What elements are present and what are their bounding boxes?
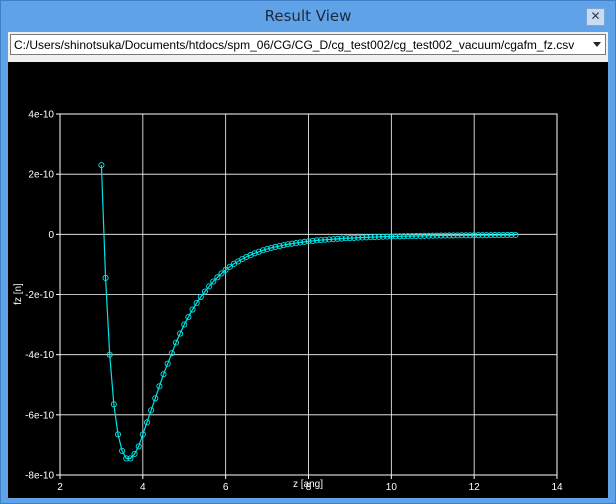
chevron-down-icon[interactable] bbox=[593, 42, 601, 47]
result-view-window: Result View ✕ C:/Users/shinotsuka/Docume… bbox=[0, 0, 616, 504]
title-bar[interactable]: Result View ✕ bbox=[1, 1, 615, 32]
x-tick-label: 10 bbox=[386, 482, 398, 493]
x-tick-label: 12 bbox=[469, 482, 481, 493]
x-tick-label: 14 bbox=[551, 482, 563, 493]
y-tick-label: -4e-10 bbox=[25, 350, 54, 361]
y-axis-label: fz [n] bbox=[13, 283, 24, 305]
x-tick-label: 6 bbox=[223, 482, 229, 493]
fz-vs-z-chart: 2 4 6 8 10 12 14 4e-102e-100-2e-10-4e-10-6e-10… bbox=[13, 110, 563, 494]
y-tick-label: 2e-10 bbox=[28, 170, 54, 181]
y-tick-label: -2e-10 bbox=[25, 290, 54, 301]
close-button[interactable]: ✕ bbox=[586, 8, 605, 26]
y-tick-label: -6e-10 bbox=[25, 410, 54, 421]
y-tick-label: -8e-10 bbox=[25, 471, 54, 482]
grid bbox=[59, 113, 558, 476]
x-axis-label: z [ang] bbox=[293, 479, 323, 490]
plot-area: 2 4 6 8 10 12 14 4e-10 2e-10 0 -2e-10 -4e-10 -6e-10… bbox=[8, 62, 608, 498]
close-icon: ✕ bbox=[590, 9, 601, 23]
x-tick-label: 4 bbox=[140, 482, 146, 493]
y-tick-label: 4e-10 bbox=[28, 110, 54, 121]
file-path-value: C:/Users/shinotsuka/Documents/htdocs/spm… bbox=[14, 38, 575, 52]
axes-frame bbox=[56, 113, 558, 479]
x-tick-label: 2 bbox=[57, 482, 63, 493]
y-tick-label: 0 bbox=[48, 230, 54, 241]
y-tick-labels: 4e-10 2e-10 0 -2e-10 -4e-10 -6e-10 -8e-10 bbox=[25, 110, 54, 482]
window-title: Result View bbox=[264, 7, 352, 25]
file-path-dropdown[interactable]: C:/Users/shinotsuka/Documents/htdocs/spm… bbox=[10, 34, 606, 55]
client-area: C:/Users/shinotsuka/Documents/htdocs/spm… bbox=[8, 32, 608, 498]
